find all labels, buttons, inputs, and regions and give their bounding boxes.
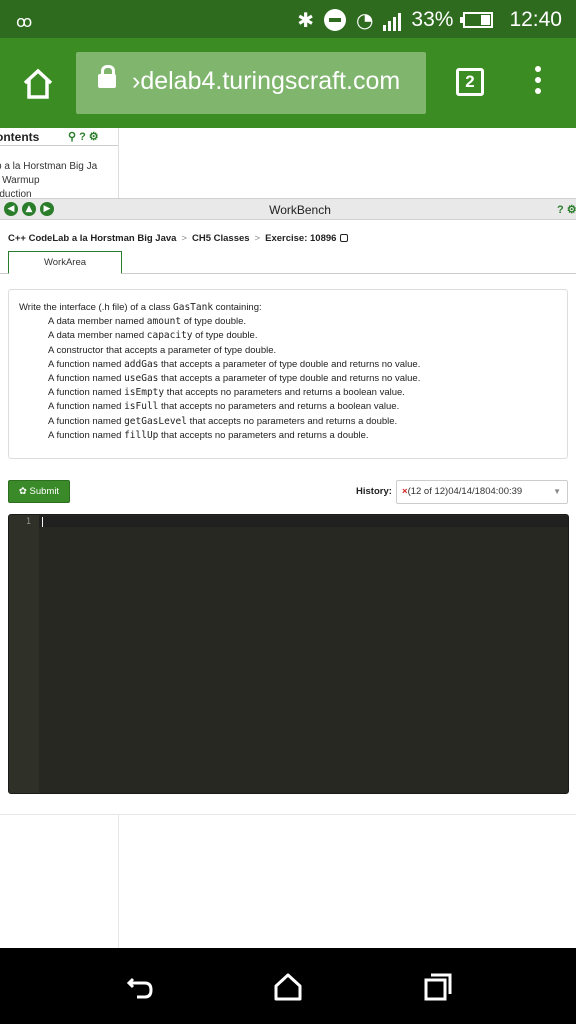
status-icons: ✱ ◔ 33% 12:40 [297, 6, 562, 34]
contents-tools: ⚲?⚙ [68, 130, 102, 143]
browser-toolbar: ›delab4.turingscraft.com 2 [0, 38, 576, 128]
back-nav-icon[interactable] [125, 972, 155, 1002]
contents-title: ontents [0, 130, 40, 144]
url-text[interactable]: ›delab4.turingscraft.com [132, 67, 400, 96]
exercise-instructions: Write the interface (.h file) of a class… [8, 289, 568, 459]
exercise-checkbox-icon[interactable] [340, 234, 349, 242]
breadcrumb-chapter[interactable]: CH5 Classes [192, 233, 250, 244]
instruction-line: A function named isFull that accepts no … [48, 401, 400, 413]
text-cursor [42, 517, 43, 527]
workbench-help-icons[interactable]: ? ⚙ [557, 203, 576, 216]
instruction-line: A function named isEmpty that accepts no… [48, 387, 405, 399]
android-nav-bar [0, 948, 576, 1024]
cell-signal-icon [383, 9, 402, 31]
gear-icon[interactable]: ⚙ [89, 131, 102, 143]
tab-workarea[interactable]: WorkArea [8, 251, 122, 274]
instruction-line: A function named getGasLevel that accept… [48, 415, 398, 427]
home-nav-icon[interactable] [273, 972, 303, 1002]
workbench-bar: ◀ ▲ ▶ WorkBench ? ⚙ [0, 198, 576, 220]
lock-icon [98, 65, 116, 88]
instruction-line: A data member named amount of type doubl… [48, 316, 247, 328]
history-dropdown[interactable]: ×(12 of 12)04/14/1804:00:39 ▼ [396, 480, 568, 504]
clock: 12:40 [509, 8, 562, 31]
history-selected-value: (12 of 12)04/14/1804:00:39 [407, 486, 523, 497]
active-line[interactable] [39, 516, 568, 527]
battery-icon [460, 12, 494, 28]
workbench-title: WorkBench [269, 203, 331, 217]
help-icon[interactable]: ? [79, 131, 89, 143]
panel-divider [118, 815, 119, 949]
breadcrumb-separator: > [254, 233, 261, 244]
contents-panel: ontents ⚲?⚙ b a la Horstman Big Ja › War… [0, 128, 119, 198]
editor-gutter: 1 [9, 515, 39, 793]
web-page: ontents ⚲?⚙ b a la Horstman Big Ja › War… [0, 128, 576, 949]
instruction-line: A function named useGas that accepts a p… [48, 373, 421, 385]
instruction-line: A function named fillUp that accepts no … [48, 429, 369, 441]
battery-percent: 33% [411, 8, 454, 31]
breadcrumb-separator: > [181, 233, 187, 244]
home-icon[interactable] [20, 66, 56, 102]
do-not-disturb-icon [323, 9, 346, 31]
wifi-icon: ◔ [355, 8, 374, 32]
recents-nav-icon[interactable] [423, 972, 453, 1002]
chevron-down-icon: ▼ [553, 487, 561, 496]
contents-header: ontents ⚲?⚙ [0, 128, 118, 146]
bluetooth-icon: ✱ [297, 8, 314, 32]
code-editor[interactable]: 1 [8, 514, 569, 794]
overflow-menu-icon[interactable] [533, 66, 543, 100]
tab-switcher-button[interactable]: 2 [456, 68, 484, 96]
history-label: History: [356, 486, 392, 497]
submit-button[interactable]: ✿ Submit [8, 480, 70, 503]
voicemail-icon: ꝏ [16, 12, 33, 31]
instruction-line: A constructor that accepts a parameter o… [48, 344, 277, 356]
breadcrumb-exercise: Exercise: 10896 [265, 233, 337, 244]
contents-item[interactable]: b a la Horstman Big Ja [0, 161, 97, 172]
instruction-line: A data member named capacity of type dou… [48, 330, 258, 342]
search-icon[interactable]: ⚲ [68, 131, 79, 143]
contents-item[interactable]: › Warmup [0, 175, 40, 186]
instructions-intro: Write the interface (.h file) of a class… [19, 302, 262, 313]
status-bar: ꝏ ✱ ◔ 33% 12:40 [0, 0, 576, 38]
breadcrumb-course[interactable]: C++ CodeLab a la Horstman Big Java [8, 233, 176, 244]
instruction-line: A function named addGas that accepts a p… [48, 358, 421, 370]
tab-row: WorkArea [0, 251, 576, 274]
address-bar[interactable]: ›delab4.turingscraft.com [76, 52, 426, 114]
line-number: 1 [25, 517, 31, 527]
breadcrumb: C++ CodeLab a la Horstman Big Java > CH5 C… [8, 233, 349, 244]
lower-panel [0, 814, 576, 949]
contents-item[interactable]: ›duction [0, 189, 32, 198]
